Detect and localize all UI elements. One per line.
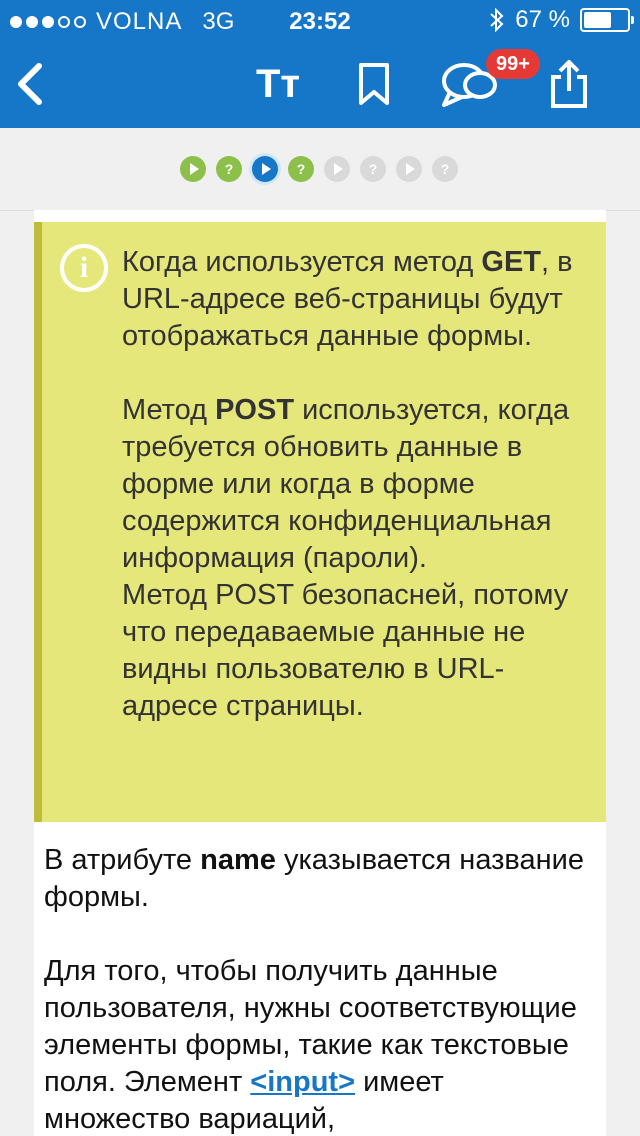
share-icon <box>551 60 587 108</box>
note-post-paragraph: Метод POST используется, когда требуется… <box>122 392 592 577</box>
note-post-bold: POST <box>215 394 295 426</box>
share-button[interactable] <box>544 54 594 114</box>
play-icon <box>189 163 199 175</box>
progress-step-4[interactable]: ? <box>288 156 314 182</box>
body-text: В атрибуте name указывается название фор… <box>44 842 584 1136</box>
bluetooth-icon <box>490 8 504 32</box>
input-link[interactable]: <input> <box>250 1066 355 1098</box>
battery-fill <box>584 12 611 28</box>
notification-badge: 99+ <box>486 49 540 79</box>
body-p1-bold: name <box>200 844 276 876</box>
question-icon: ? <box>224 161 234 177</box>
progress-step-1[interactable] <box>180 156 206 182</box>
body-paragraph-name: В атрибуте name указывается название фор… <box>44 842 584 916</box>
top-bar: VOLNA 3G 23:52 67 % Tт 99+ <box>0 0 640 128</box>
progress-step-5[interactable] <box>324 156 350 182</box>
status-right: 67 % <box>489 6 634 34</box>
note-get-paragraph: Когда используется метод GET, в URL-адре… <box>122 244 592 355</box>
screen: VOLNA 3G 23:52 67 % Tт 99+ ? ? ? ? i Ког… <box>0 0 640 1136</box>
bookmark-button[interactable] <box>352 54 396 114</box>
note-safety-paragraph: Метод POST безопасней, потому что переда… <box>122 579 569 722</box>
note-text: Когда используется метод GET, в URL-адре… <box>122 244 592 725</box>
info-note: i Когда используется метод GET, в URL-ад… <box>34 222 606 822</box>
battery-percent: 67 % <box>515 6 570 33</box>
progress-step-3[interactable] <box>252 156 278 182</box>
play-icon <box>405 163 415 175</box>
bookmark-icon <box>359 63 389 105</box>
font-size-button[interactable]: Tт <box>250 54 306 114</box>
status-bar: VOLNA 3G 23:52 67 % <box>0 0 640 40</box>
question-icon: ? <box>296 161 306 177</box>
body-p1-pre: В атрибуте <box>44 844 201 876</box>
info-icon: i <box>60 244 108 292</box>
note-get-bold: GET <box>481 246 542 278</box>
question-icon: ? <box>440 161 450 177</box>
lesson-content: i Когда используется метод GET, в URL-ад… <box>34 210 606 1136</box>
back-button[interactable] <box>10 54 50 114</box>
nav-bar: Tт <box>0 40 640 128</box>
chevron-left-icon <box>18 63 42 105</box>
note-post-pre: Метод <box>122 394 216 426</box>
note-get-pre: Когда используется метод <box>122 246 482 278</box>
info-glyph: i <box>79 251 89 284</box>
battery-icon <box>580 8 634 32</box>
play-icon <box>261 163 271 175</box>
body-paragraph-input: Для того, чтобы получить данные пользова… <box>44 953 584 1136</box>
progress-step-2[interactable]: ? <box>216 156 242 182</box>
play-icon <box>333 163 343 175</box>
question-icon: ? <box>368 161 378 177</box>
progress-step-8[interactable]: ? <box>432 156 458 182</box>
lesson-progress: ? ? ? ? <box>0 128 640 211</box>
progress-step-7[interactable] <box>396 156 422 182</box>
progress-step-6[interactable]: ? <box>360 156 386 182</box>
